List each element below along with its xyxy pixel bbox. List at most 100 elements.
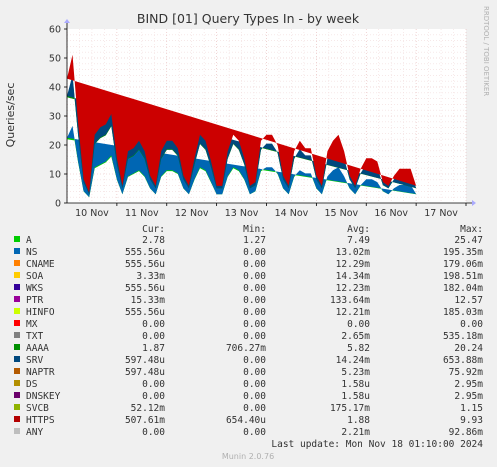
- legend-value-min: 0.00: [243, 331, 266, 342]
- x-tick-label: 14 Nov: [275, 208, 309, 219]
- legend-value-min: 0.00: [243, 271, 266, 282]
- legend-value-max: 75.92m: [449, 367, 484, 378]
- legend-value-cur: 597.48u: [125, 355, 165, 366]
- legend-value-min: 654.40u: [226, 415, 266, 426]
- legend-header: Max:: [460, 224, 483, 235]
- legend-name: NS: [26, 247, 38, 258]
- legend-swatch-a: [14, 236, 20, 242]
- legend-value-max: 20.24: [454, 343, 483, 354]
- legend-value-avg: 1.58u: [341, 379, 370, 390]
- legend-value-max: 1.15: [460, 403, 483, 414]
- legend-value-min: 0.00: [243, 319, 266, 330]
- legend-name: WKS: [26, 283, 43, 294]
- legend-header: Cur:: [142, 224, 165, 235]
- legend-value-max: 92.86m: [449, 427, 484, 438]
- legend-swatch-txt: [14, 332, 20, 338]
- y-axis-label: Queries/sec: [4, 83, 17, 148]
- legend-swatch-hinfo: [14, 308, 20, 314]
- legend-swatch-srv: [14, 356, 20, 362]
- legend-value-avg: 0.00: [347, 319, 370, 330]
- legend-name: MX: [26, 319, 38, 330]
- legend-value-avg: 12.21m: [336, 307, 371, 318]
- legend-value-avg: 1.88: [347, 415, 370, 426]
- x-tick-label: 16 Nov: [374, 208, 408, 219]
- legend-name: TXT: [26, 331, 43, 342]
- legend-value-min: 0.00: [243, 379, 266, 390]
- legend-name: DS: [26, 379, 38, 390]
- legend-swatch-dnskey: [14, 392, 20, 398]
- y-tick-label: 60: [49, 25, 61, 36]
- legend-value-avg: 133.64m: [330, 295, 370, 306]
- legend-header: Avg:: [347, 224, 370, 235]
- legend-value-min: 0.00: [243, 247, 266, 258]
- legend-name: SVCB: [26, 403, 49, 414]
- legend-value-max: 195.35m: [443, 247, 483, 258]
- legend-value-avg: 7.49: [347, 235, 370, 246]
- legend-swatch-ds: [14, 380, 20, 386]
- legend-value-max: 179.06m: [443, 259, 483, 270]
- legend-value-min: 0.00: [243, 403, 266, 414]
- legend-value-min: 0.00: [243, 283, 266, 294]
- legend-value-min: 0.00: [243, 427, 266, 438]
- legend-value-cur: 555.56u: [125, 307, 165, 318]
- legend-value-cur: 555.56u: [125, 283, 165, 294]
- legend-value-max: 9.93: [460, 415, 483, 426]
- legend-value-cur: 0.00: [142, 319, 165, 330]
- legend-value-cur: 0.00: [142, 427, 165, 438]
- legend-value-cur: 0.00: [142, 391, 165, 402]
- legend-header: Min:: [243, 224, 266, 235]
- legend-value-cur: 1.87: [142, 343, 165, 354]
- legend-value-cur: 597.48u: [125, 367, 165, 378]
- legend-name: AAAA: [26, 343, 49, 354]
- x-tick-label: 11 Nov: [125, 208, 159, 219]
- legend-name: PTR: [26, 295, 43, 306]
- legend-value-cur: 52.12m: [131, 403, 166, 414]
- chart-title: BIND [01] Query Types In - by week: [137, 11, 360, 26]
- last-update: Last update: Mon Nov 18 01:10:00 2024: [271, 439, 483, 450]
- legend-swatch-svcb: [14, 404, 20, 410]
- legend-value-max: 198.51m: [443, 271, 483, 282]
- legend-value-cur: 555.56u: [125, 259, 165, 270]
- legend-swatch-any: [14, 428, 20, 434]
- rrdtool-credit: RRDTOOL / TOBI OETIKER: [482, 6, 490, 96]
- legend-name: SOA: [26, 271, 43, 282]
- legend-value-avg: 12.23m: [336, 283, 371, 294]
- legend-swatch-soa: [14, 272, 20, 278]
- legend-value-min: 0.00: [243, 295, 266, 306]
- x-tick-label: 13 Nov: [225, 208, 259, 219]
- legend-swatch-cname: [14, 260, 20, 266]
- legend-value-max: 535.18m: [443, 331, 483, 342]
- legend-swatch-ptr: [14, 296, 20, 302]
- legend-value-cur: 15.33m: [131, 295, 166, 306]
- legend-value-avg: 14.24m: [336, 355, 371, 366]
- legend-swatch-wks: [14, 284, 20, 290]
- legend-value-cur: 2.78: [142, 235, 165, 246]
- legend-value-avg: 5.23m: [341, 367, 370, 378]
- legend-value-avg: 12.29m: [336, 259, 371, 270]
- x-tick-label: 10 Nov: [75, 208, 109, 219]
- legend-value-cur: 0.00: [142, 379, 165, 390]
- legend-value-max: 2.95m: [454, 379, 483, 390]
- legend-value-cur: 3.33m: [136, 271, 165, 282]
- legend-swatch-mx: [14, 320, 20, 326]
- legend-value-min: 1.27: [243, 235, 266, 246]
- legend-name: ANY: [26, 427, 43, 438]
- legend-swatch-https: [14, 416, 20, 422]
- legend-value-min: 0.00: [243, 355, 266, 366]
- legend-value-avg: 5.82: [347, 343, 370, 354]
- legend-value-max: 182.04m: [443, 283, 483, 294]
- legend-value-max: 185.03m: [443, 307, 483, 318]
- y-tick-label: 30: [49, 112, 61, 123]
- legend-value-cur: 507.61m: [125, 415, 165, 426]
- legend-value-avg: 13.02m: [336, 247, 371, 258]
- legend-value-max: 12.57: [454, 295, 483, 306]
- legend-value-max: 0.00: [460, 319, 483, 330]
- legend-value-avg: 2.21m: [341, 427, 370, 438]
- legend-name: HTTPS: [26, 415, 55, 426]
- legend-value-max: 653.88m: [443, 355, 483, 366]
- legend-swatch-aaaa: [14, 344, 20, 350]
- munin-chart: BIND [01] Query Types In - by week Queri…: [0, 0, 497, 467]
- legend-name: SRV: [26, 355, 43, 366]
- legend-value-min: 0.00: [243, 367, 266, 378]
- legend-name: CNAME: [26, 259, 55, 270]
